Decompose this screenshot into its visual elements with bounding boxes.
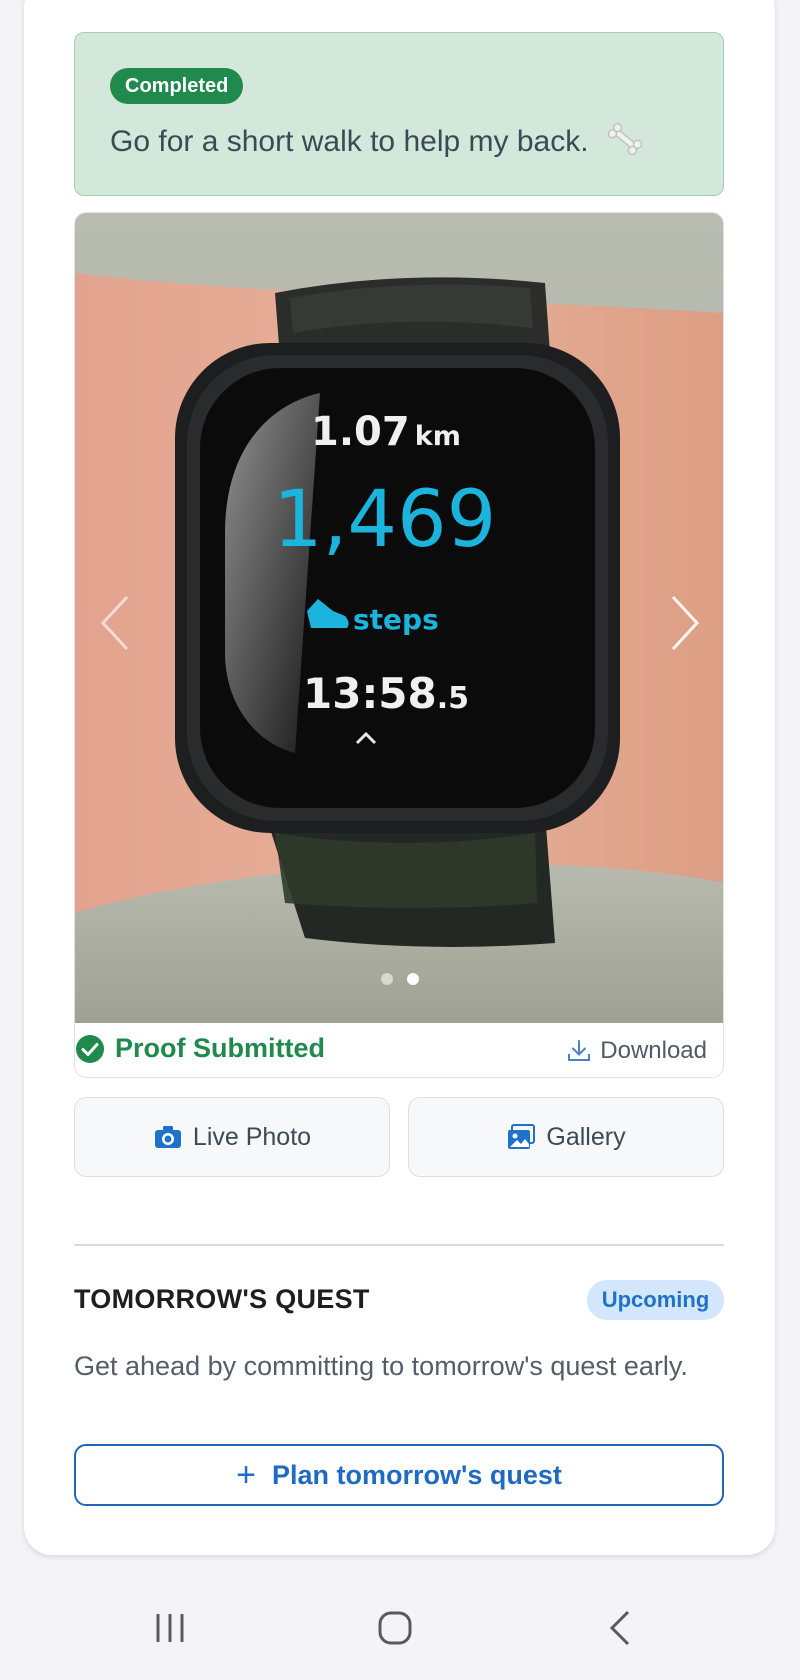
carousel-dot[interactable] xyxy=(381,973,393,985)
recent-apps-icon xyxy=(156,1614,184,1642)
back-button[interactable] xyxy=(600,1608,640,1653)
watch-steps-label: steps xyxy=(353,603,439,636)
gallery-icon xyxy=(508,1124,536,1149)
task-text-row: Go for a short walk to help my back. xyxy=(110,119,645,167)
camera-icon xyxy=(154,1126,181,1148)
download-button[interactable]: Download xyxy=(566,1037,707,1065)
back-icon xyxy=(609,1610,630,1646)
task-completed-banner: Completed Go for a short walk to help my… xyxy=(74,32,724,196)
plan-tomorrow-button[interactable]: + Plan tomorrow's quest xyxy=(74,1444,724,1506)
check-circle-icon xyxy=(76,1034,104,1063)
watch-steps-count: 1,469 xyxy=(273,475,497,565)
proof-status: Proof Submitted xyxy=(75,1033,325,1064)
proof-status-bar: Proof Submitted Download xyxy=(75,1023,723,1077)
carousel-prev-button[interactable] xyxy=(85,583,145,663)
proof-photo[interactable]: 1.07 km 1,469 steps 13:58.5 xyxy=(75,213,723,1023)
chevron-right-icon xyxy=(671,595,700,651)
carousel-dot-active[interactable] xyxy=(407,973,419,985)
bone-icon xyxy=(605,119,645,167)
gallery-button[interactable]: Gallery xyxy=(408,1097,724,1177)
plan-tomorrow-label: Plan tomorrow's quest xyxy=(271,1459,562,1490)
carousel-next-button[interactable] xyxy=(655,583,715,663)
chevron-left-icon xyxy=(100,595,129,651)
tomorrow-quest-description: Get ahead by committing to tomorrow's qu… xyxy=(74,1351,688,1381)
system-navigation-bar xyxy=(0,1580,800,1680)
recent-apps-button[interactable] xyxy=(150,1608,190,1653)
download-label: Download xyxy=(600,1037,707,1064)
proof-card: 1.07 km 1,469 steps 13:58.5 Proof Submit… xyxy=(74,212,724,1078)
proof-status-text: Proof Submitted xyxy=(115,1033,325,1063)
live-photo-button[interactable]: Live Photo xyxy=(74,1097,390,1177)
tomorrow-quest-title: TOMORROW'S QUEST xyxy=(74,1284,370,1314)
status-badge-upcoming: Upcoming xyxy=(587,1280,724,1320)
live-photo-label: Live Photo xyxy=(192,1122,312,1151)
download-icon xyxy=(568,1040,591,1061)
section-divider xyxy=(74,1244,724,1246)
status-badge-completed: Completed xyxy=(110,68,244,104)
home-icon xyxy=(378,1611,412,1645)
carousel-dots xyxy=(75,973,723,985)
plus-icon: + xyxy=(236,1456,256,1494)
gallery-label: Gallery xyxy=(546,1122,626,1151)
watch-time: 13:58.5 xyxy=(303,669,469,718)
task-description: Go for a short walk to help my back. xyxy=(110,124,589,158)
watch-distance: 1.07 km xyxy=(311,409,461,455)
home-button[interactable] xyxy=(375,1608,415,1653)
